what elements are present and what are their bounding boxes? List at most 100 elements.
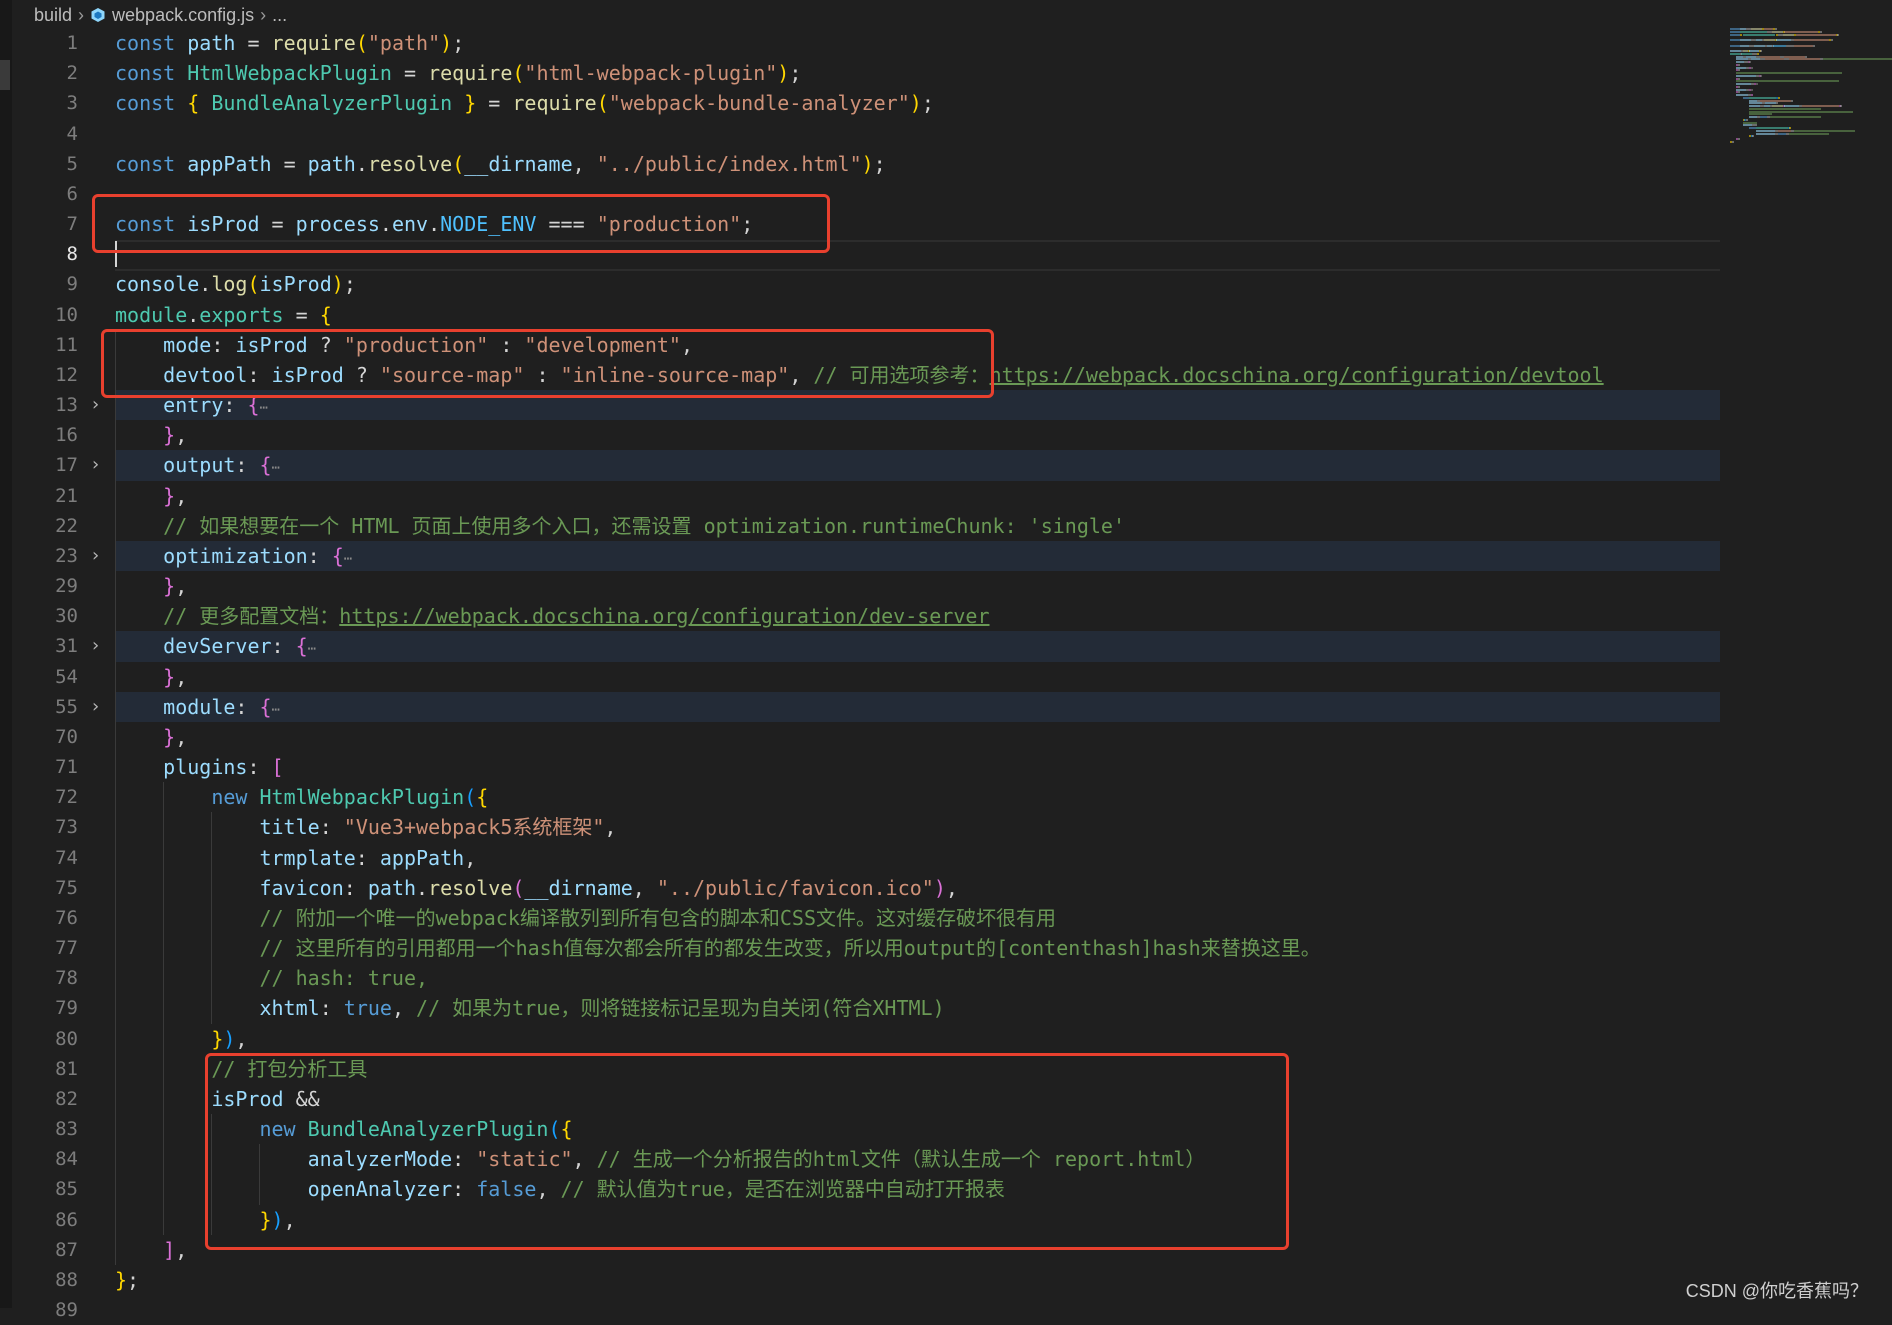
code-line-79[interactable]: 79 xhtml: true, // 如果为true，则将链接标记呈现为自关闭(符… [0,993,1892,1024]
minimap-token [1752,124,1758,127]
code-text: trmplate: appPath, [259,843,476,873]
line-number: 9 [66,273,78,296]
indent-guide [115,1053,116,1084]
code-line-89[interactable]: 89 [0,1295,1892,1325]
folded-region-highlight [115,450,1720,481]
minimap-token [1838,58,1892,61]
minimap-token [1760,74,1763,77]
indent-guide [163,933,165,964]
code-text: const { BundleAnalyzerPlugin } = require… [115,88,934,118]
code-token: title [259,815,320,840]
fold-ellipsis-icon[interactable]: ⋯ [272,460,280,476]
code-text: plugins: [ [163,752,283,782]
minimap-token [1840,105,1843,107]
indent-guide [163,963,165,994]
code-line-16[interactable]: 16}, [0,420,1892,451]
code-line-3[interactable]: 3 const { BundleAnalyzerPlugin } = requir… [0,88,1892,118]
code-link[interactable]: https://webpack.docschina.org/configurat… [339,604,989,628]
minimap-token [1730,30,1740,33]
code-line-72[interactable]: 72 new HtmlWebpackPlugin({ [0,782,1892,813]
code-token: "Vue3+webpack5系统框架" [343,815,605,840]
minimap-token [1749,99,1758,102]
line-number: 4 [66,122,78,145]
breadcrumb-item-file[interactable]: webpack.config.js [112,5,254,26]
code-line-5[interactable]: 5 const appPath = path.resolve(__dirname,… [0,149,1892,179]
minimap-token [1749,105,1761,107]
code-line-2[interactable]: 2 const HtmlWebpackPlugin = require("html… [0,58,1892,88]
minimap-token [1738,77,1740,80]
line-number: 8 [66,243,78,266]
fold-ellipsis-icon[interactable]: ⋯ [344,551,352,567]
annotation-box-mode-devtool [101,329,994,398]
code-line-9[interactable]: 9 console.log(isProd); [0,269,1892,299]
code-link[interactable]: https://webpack.docschina.org/configurat… [990,363,1604,387]
code-token: ; [789,61,802,86]
fold-chevron-icon[interactable]: › [92,631,99,661]
code-token: } [163,664,176,689]
code-token: ) [933,875,946,900]
code-line-30[interactable]: 30 // 更多配置文档：https://webpack.docschina.or… [0,601,1892,632]
code-token: : [355,845,380,870]
code-text: // 这里所有的引用都用一个hash值每次都会所有的都发生改变，所以用outpu… [259,933,1320,963]
code-line-70[interactable]: 70}, [0,721,1892,753]
code-line-71[interactable]: 71 plugins: [ [0,752,1892,783]
code-line-17[interactable]: 17 › output: {⋯ [0,450,1892,481]
code-line-88[interactable]: 88}; [0,1265,1892,1295]
minimap-token [1790,99,1793,102]
code-line-75[interactable]: 75 favicon: path.resolve(__dirname, "../p… [0,872,1892,903]
indent-guide [115,1144,116,1175]
code-line-77[interactable]: 77 // 这里所有的引用都用一个hash值每次都会所有的都发生改变，所以用out… [0,933,1892,964]
fold-ellipsis-icon[interactable]: ⋯ [272,702,280,718]
code-line-1[interactable]: 1 const path = require("path"); [0,28,1892,58]
code-line-23[interactable]: 23 › optimization: {⋯ [0,540,1892,572]
minimap-token [1736,83,1751,85]
breadcrumb-item-build[interactable]: build [34,5,72,26]
minimap-token [1739,30,1767,33]
code-token: { [319,302,332,327]
code-line-55[interactable]: 55 › module: {⋯ [0,691,1892,722]
minimap-token [1752,135,1755,138]
code-line-29[interactable]: 29}, [0,571,1892,602]
code-line-21[interactable]: 21}, [0,480,1892,511]
code-line-31[interactable]: 31 › devServer: {⋯ [0,631,1892,662]
fold-chevron-icon[interactable]: › [92,390,99,420]
minimap-token [1771,105,1783,107]
code-text: const appPath = path.resolve(__dirname, … [115,149,886,179]
code-line-78[interactable]: 78 // hash: true, [0,963,1892,994]
indent-guide [115,812,116,843]
code-token: : [247,755,272,780]
code-line-4[interactable]: 4 [0,119,1892,149]
fold-chevron-icon[interactable]: › [92,541,99,571]
line-number: 1 [66,32,78,54]
code-token: // 如果想要在一个 HTML 页面上使用多个入口，还需设置 optimizat… [163,513,1126,538]
minimap-token [1789,58,1820,61]
code-token: = [476,91,513,116]
fold-ellipsis-icon[interactable]: ⋯ [260,400,268,416]
line-number: 30 [55,605,78,628]
code-token: ( [464,785,477,810]
code-line-76[interactable]: 76 // 附加一个唯一的webpack编译散列到所有包含的脚本和CSS文件。这对… [0,902,1892,934]
minimap[interactable] [1722,26,1892,156]
code-token: "../public/favicon.ico" [656,875,934,900]
indent-guide [163,1114,165,1145]
code-line-10[interactable]: 10 module.exports = { [0,300,1892,330]
code-line-54[interactable]: 54}, [0,661,1892,692]
fold-chevron-icon[interactable]: › [92,450,99,480]
breadcrumb-item-symbols[interactable]: ... [272,5,287,26]
code-token: ; [127,1267,140,1292]
code-line-74[interactable]: 74 trmplate: appPath, [0,842,1892,873]
code-line-80[interactable]: 80}), [0,1023,1892,1054]
fold-chevron-icon[interactable]: › [92,692,99,722]
code-line-22[interactable]: 22 // 如果想要在一个 HTML 页面上使用多个入口，还需设置 optimiz… [0,510,1892,541]
line-number: 22 [55,514,78,537]
code-token: trmplate [259,845,356,870]
minimap-token [1754,44,1766,47]
code-token: // 如果为true，则将链接标记呈现为自关闭(符合XHTML) [416,996,945,1021]
code-token: resolve [428,875,513,900]
code-token: optimization [163,543,308,568]
annotation-box-bundle-analyzer [205,1053,1289,1250]
minimap-token [1730,39,1740,41]
code-token: ) [777,61,790,86]
code-line-73[interactable]: 73 title: "Vue3+webpack5系统框架", [0,812,1892,843]
fold-ellipsis-icon[interactable]: ⋯ [308,641,316,657]
